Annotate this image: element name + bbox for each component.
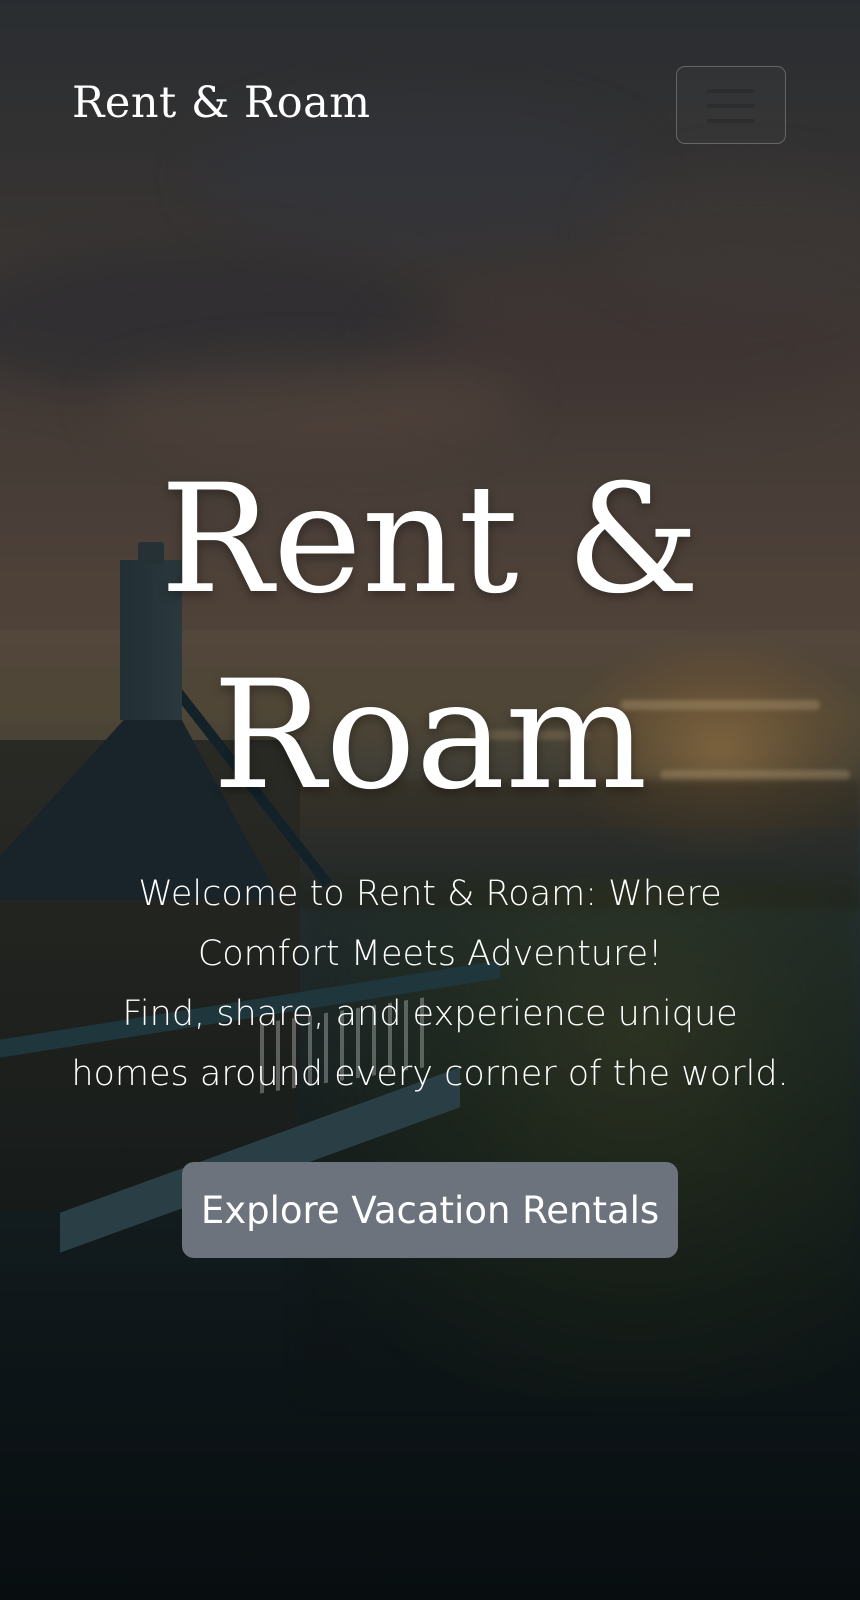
hero-title: Rent & Roam: [0, 442, 860, 834]
hero-title-line: Roam: [212, 649, 648, 823]
hero-subtitle-line: homes around every corner of the world.: [71, 1054, 789, 1094]
hero-subtitle-line: Comfort Meets Adventure!: [197, 934, 663, 974]
hamburger-menu-icon: [707, 87, 755, 125]
hero-subtitle-line: Find, share, and experience unique: [122, 994, 738, 1034]
hero-title-line: Rent &: [160, 453, 700, 627]
navbar-toggler-button[interactable]: [676, 66, 786, 144]
hero-section: Rent & Roam Rent & Roam Welcome to Rent …: [0, 0, 860, 1600]
hero-subtitle-line: Welcome to Rent & Roam: Where: [138, 874, 722, 914]
navbar: Rent & Roam: [0, 0, 860, 210]
brand-logo-link[interactable]: Rent & Roam: [72, 78, 371, 128]
explore-vacation-rentals-button[interactable]: Explore Vacation Rentals: [182, 1162, 678, 1258]
hero-subtitle: Welcome to Rent & Roam: Where Comfort Me…: [70, 864, 790, 1104]
